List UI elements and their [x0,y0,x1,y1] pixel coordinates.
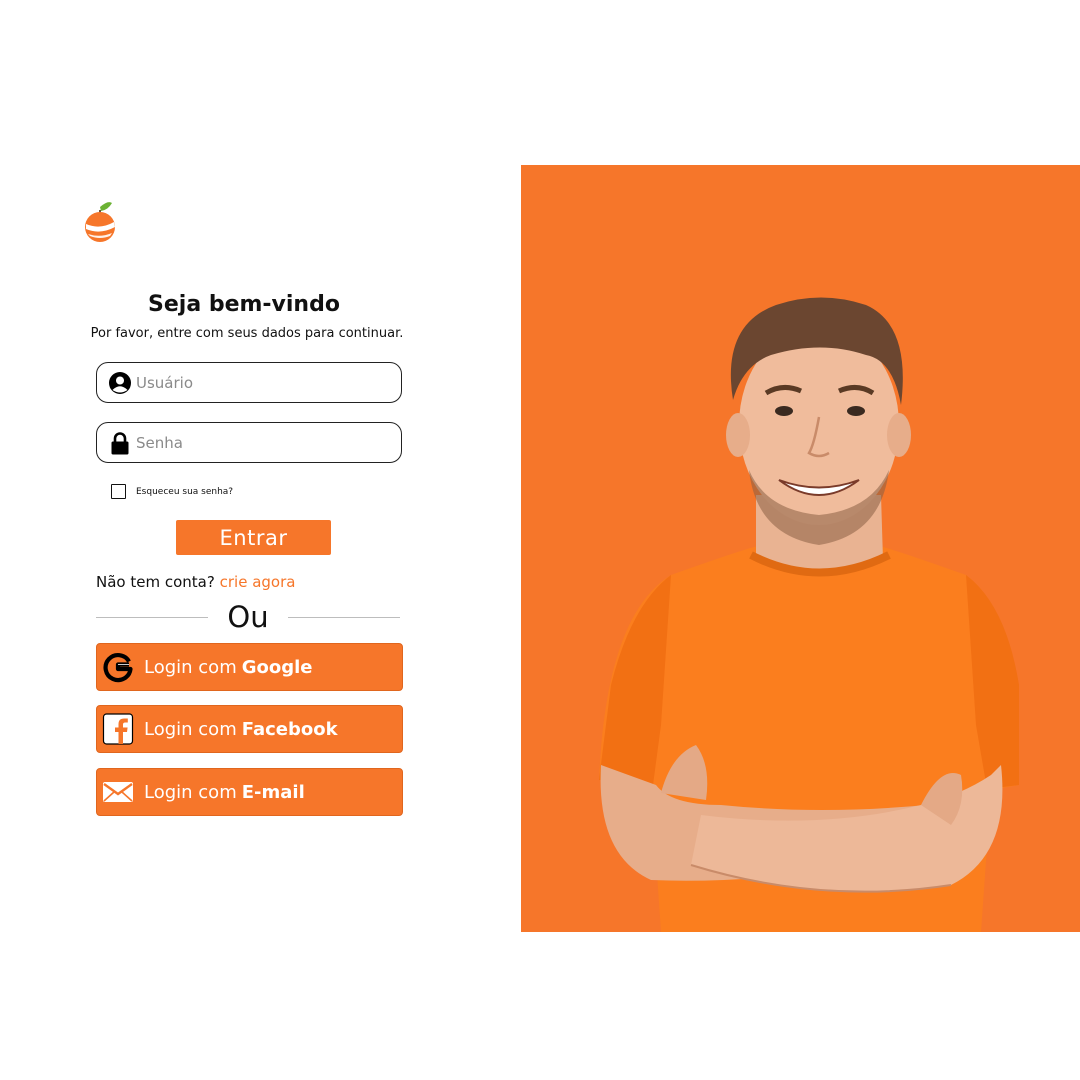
signup-link[interactable]: crie agora [220,573,296,591]
forgot-password-checkbox[interactable] [111,484,126,499]
login-email-provider: E-mail [241,781,305,803]
login-facebook-button[interactable]: Login com Facebook [96,705,403,753]
password-input[interactable] [136,433,401,452]
username-input[interactable] [136,373,401,392]
divider-line-right [288,617,400,618]
orange-logo-icon [82,200,122,246]
divider-label: Ou [227,600,269,634]
login-button[interactable]: Entrar [176,520,331,555]
page-subtitle: Por favor, entre com seus dados para con… [90,326,404,341]
signup-prompt-text: Não tem conta? [96,573,215,591]
hero-image [521,165,1080,932]
login-google-button[interactable]: Login com Google [96,643,403,691]
signup-prompt: Não tem conta? crie agora [96,573,295,591]
login-email-prefix: Login com [144,781,237,803]
login-facebook-provider: Facebook [241,718,338,740]
email-icon [102,776,134,808]
password-field[interactable] [96,422,402,463]
user-icon [108,371,132,395]
username-field[interactable] [96,362,402,403]
divider-line-left [96,617,208,618]
facebook-icon [102,713,134,745]
man-illustration [599,297,1020,932]
login-google-provider: Google [241,656,313,678]
lock-icon [108,431,132,455]
login-email-button[interactable]: Login com E-mail [96,768,403,816]
forgot-password-label[interactable]: Esqueceu sua senha? [136,487,233,497]
login-facebook-prefix: Login com [144,718,237,740]
forgot-password-row: Esqueceu sua senha? [111,484,233,499]
page-title: Seja bem-vindo [148,292,340,317]
login-google-prefix: Login com [144,656,237,678]
google-icon [102,651,134,683]
